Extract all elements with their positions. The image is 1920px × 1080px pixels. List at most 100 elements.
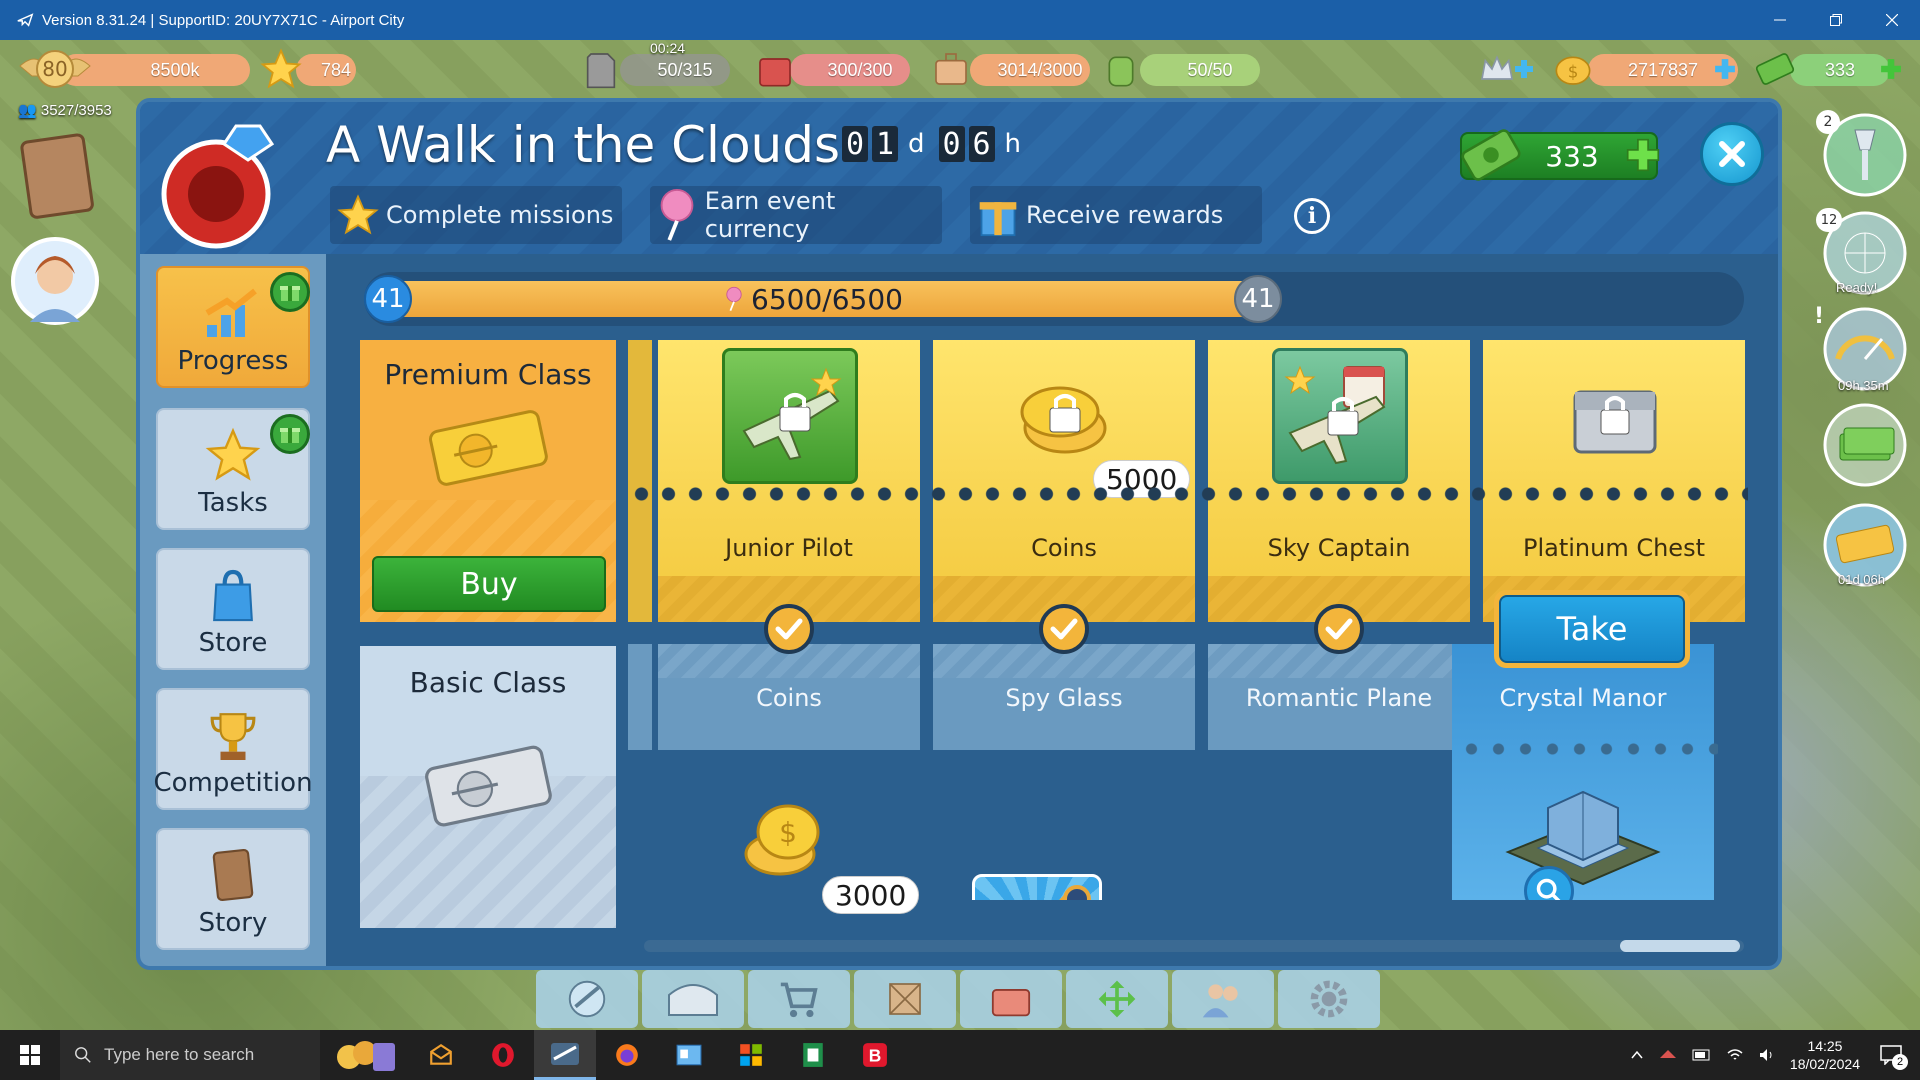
nav-tab-progress[interactable]: Progress xyxy=(156,266,310,388)
coins-plus-icon[interactable] xyxy=(1710,46,1740,92)
add-cash-button[interactable] xyxy=(1626,138,1660,176)
volume-icon[interactable] xyxy=(1758,1047,1776,1063)
radar-button[interactable]: 12 Ready! xyxy=(1816,208,1910,302)
premium-reward-coins[interactable]: 5000 Coins xyxy=(933,340,1195,622)
minimize-button[interactable] xyxy=(1752,0,1808,40)
cargo-bag-icon[interactable] xyxy=(752,46,798,92)
basic-reward-label: Coins xyxy=(756,684,822,712)
crown-plus-icon[interactable] xyxy=(1512,46,1536,92)
airplane-app-icon xyxy=(17,13,34,27)
friends-button[interactable] xyxy=(1172,970,1274,1028)
taskbar-app-excel[interactable] xyxy=(782,1030,844,1080)
taskbar-app-store[interactable] xyxy=(720,1030,782,1080)
theater-masks-icon xyxy=(337,1041,395,1071)
maximize-button[interactable] xyxy=(1808,0,1864,40)
speed-gauge-button[interactable]: ! 09h 35m xyxy=(1814,304,1910,398)
progress-label: 6500/6500 xyxy=(364,272,1264,326)
reward-scrollbar[interactable] xyxy=(644,940,1744,952)
notification-count: 2 xyxy=(1892,1054,1908,1070)
battery-icon[interactable] xyxy=(1692,1048,1712,1062)
svg-text:B: B xyxy=(869,1046,882,1066)
world-flight-button[interactable] xyxy=(536,970,638,1028)
buy-premium-button[interactable]: Buy xyxy=(372,556,606,612)
basic-reward-coins[interactable]: Coins xyxy=(658,644,920,750)
nav-label: Progress xyxy=(177,346,289,376)
fuel-canister-icon[interactable] xyxy=(578,46,624,92)
event-title: A Walk in the Clouds xyxy=(326,116,841,174)
wifi-icon[interactable] xyxy=(1726,1047,1744,1063)
storage-value: 3014/3000 xyxy=(997,59,1083,80)
coin-icon: $ xyxy=(1550,46,1596,92)
windows-logo-icon xyxy=(20,1045,40,1065)
taskbar-app-airport-city[interactable] xyxy=(534,1030,596,1080)
take-reward-button[interactable]: Take xyxy=(1494,590,1690,668)
close-panel-button[interactable] xyxy=(1700,122,1764,186)
nav-tab-competition[interactable]: Competition xyxy=(153,688,313,810)
premium-reward-junior-pilot[interactable]: Junior Pilot xyxy=(658,340,920,622)
advisor-avatar[interactable] xyxy=(10,236,100,330)
shop-button[interactable] xyxy=(748,970,850,1028)
level-wings-icon[interactable]: 80 xyxy=(18,46,92,92)
control-tower-button[interactable]: 2 xyxy=(1816,110,1910,204)
warehouse-button[interactable] xyxy=(854,970,956,1028)
taskbar-app-control-panel[interactable] xyxy=(658,1030,720,1080)
opera-icon xyxy=(492,1043,514,1067)
taskbar-search[interactable]: Type here to search xyxy=(60,1030,320,1080)
backpack-icon[interactable] xyxy=(1098,46,1144,92)
nav-tab-tasks[interactable]: Tasks xyxy=(156,408,310,530)
inventory-button[interactable] xyxy=(960,970,1062,1028)
premium-reward-label: Coins xyxy=(1031,534,1097,562)
ticket-timer: 01d 06h xyxy=(1838,572,1885,587)
basic-reward-spy-glass[interactable]: Spy Glass xyxy=(933,644,1195,750)
start-button[interactable] xyxy=(0,1030,60,1080)
basic-class-card: Basic Class xyxy=(360,646,616,928)
cash-stack-button[interactable] xyxy=(1820,400,1910,494)
airport-city-app-icon xyxy=(551,1042,579,1065)
premium-class-card: Premium Class Buy xyxy=(360,340,616,622)
chevron-up-icon[interactable] xyxy=(1630,1048,1644,1062)
taskbar-app-mail[interactable] xyxy=(410,1030,472,1080)
nav-label: Tasks xyxy=(198,488,268,518)
premium-reward-sky-captain[interactable]: Sky Captain xyxy=(1208,340,1470,622)
basic-reward-romantic-plane[interactable]: Romantic Plane xyxy=(1208,644,1470,750)
ticket-event-button[interactable]: 01d 06h xyxy=(1820,500,1910,594)
nav-tab-story[interactable]: Story xyxy=(156,828,310,950)
reward-amount: 3000 xyxy=(822,876,920,914)
info-button[interactable]: i xyxy=(1294,198,1330,234)
previous-column-edge xyxy=(628,340,652,622)
coins-stack-icon: $ xyxy=(744,804,820,876)
nav-tab-store[interactable]: Store xyxy=(156,548,310,670)
firefox-icon xyxy=(616,1044,638,1066)
timer-days-digit: 1 xyxy=(872,126,898,162)
nav-label: Story xyxy=(198,908,268,938)
taskbar-widget-movie-masks[interactable] xyxy=(320,1030,410,1080)
journal-book-icon[interactable] xyxy=(18,130,98,224)
suitcase-icon[interactable] xyxy=(928,46,974,92)
stars-counter: 784 xyxy=(296,54,356,86)
premium-reward-platinum-chest[interactable]: Platinum Chest xyxy=(1483,340,1745,622)
cash-counter: 333 xyxy=(1790,54,1890,86)
close-window-button[interactable] xyxy=(1864,0,1920,40)
taskbar-app-opera[interactable] xyxy=(472,1030,534,1080)
hangar-button[interactable] xyxy=(642,970,744,1028)
svg-text:$: $ xyxy=(779,816,797,849)
settings-button[interactable] xyxy=(1278,970,1380,1028)
reward-track[interactable]: Junior Pilot 5000 Coins Sky Captain Plat… xyxy=(628,340,1748,900)
cash-plus-icon[interactable] xyxy=(1876,46,1906,92)
basic-reward-label: Crystal Manor xyxy=(1499,684,1667,712)
red-tray-icon[interactable] xyxy=(1658,1046,1678,1064)
clock[interactable]: 14:25 18/02/2024 xyxy=(1790,1037,1860,1073)
timer-hours-digit: 0 xyxy=(938,126,965,162)
taskbar-app-b[interactable]: B xyxy=(844,1030,906,1080)
storage-counter: 3014/3000 xyxy=(970,54,1090,86)
window-title: Version 8.31.24 | SupportID: 20UY7X71C -… xyxy=(42,11,405,29)
basic-reward-crystal-manor[interactable]: Crystal Manor xyxy=(1452,644,1714,900)
minimize-icon xyxy=(1774,19,1786,21)
move-mode-button[interactable] xyxy=(1066,970,1168,1028)
restore-icon xyxy=(1830,14,1842,26)
gift-badge-icon xyxy=(270,272,310,312)
taskbar-app-firefox[interactable] xyxy=(596,1030,658,1080)
premium-class-title: Premium Class xyxy=(384,358,592,391)
notifications-button[interactable]: 2 xyxy=(1874,1040,1908,1070)
scrollbar-thumb[interactable] xyxy=(1620,940,1740,952)
